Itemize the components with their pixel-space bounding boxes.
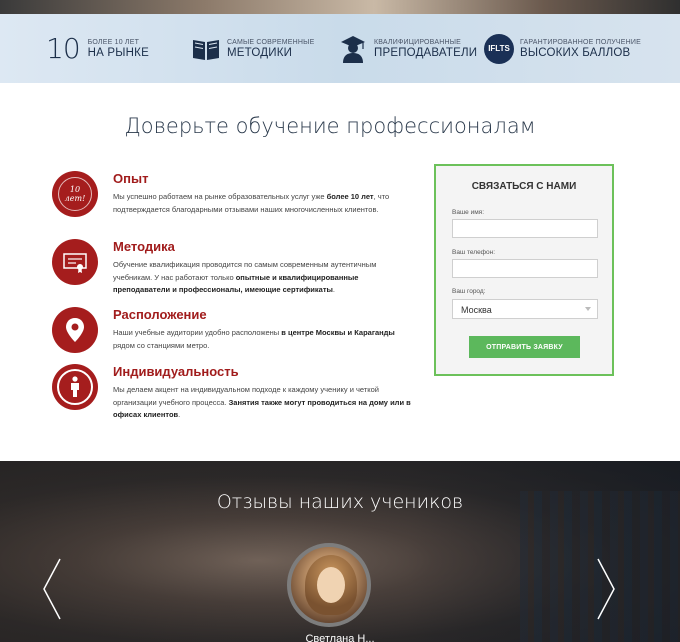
experience-badge-icon: 10 лет! (52, 171, 98, 217)
feature-small-text: Гарантированное получение (520, 38, 641, 46)
ielts-badge-text: IFLTS (484, 33, 514, 64)
city-label: Ваш город: (452, 288, 486, 295)
city-select[interactable]: Москва (452, 299, 598, 319)
feature-teachers: Квалифицированные преподаватели (338, 14, 477, 83)
item-title: Методика (113, 239, 175, 254)
name-input[interactable] (452, 219, 598, 238)
prev-arrow-icon[interactable] (42, 557, 62, 621)
item-description: Мы успешно работаем на рынке образовател… (113, 192, 390, 214)
certificate-icon (52, 239, 98, 285)
next-arrow-icon[interactable] (596, 557, 616, 621)
reviews-title: Отзывы наших учеников (216, 491, 464, 513)
feature-label: на рынке (87, 46, 149, 59)
top-photo-strip (0, 0, 680, 14)
chevron-down-icon (585, 307, 591, 311)
feature-years-number: 10 (46, 32, 81, 65)
reviews-section: Отзывы наших учеников Светлана Н... (0, 461, 680, 642)
city-select-value: Москва (461, 305, 492, 315)
item-title: Расположение (113, 307, 207, 322)
feature-small-text: Квалифицированные (374, 38, 461, 46)
submit-button[interactable]: Отправить заявку (469, 336, 580, 358)
feature-small-text: Самые современные (227, 38, 315, 46)
badge-text: 10 лет! (58, 177, 92, 211)
book-icon (191, 34, 221, 64)
phone-input[interactable] (452, 259, 598, 278)
page-title: Доверьте обучение профессионалам (0, 114, 680, 138)
item-description: Обучение квалификация проводится по самы… (113, 260, 377, 294)
feature-scores: IFLTS Гарантированное получение высоких … (484, 14, 641, 83)
ielts-badge-icon: IFLTS (484, 33, 514, 64)
contact-form: СВЯЗАТЬСЯ С НАМИ Ваше имя: Ваш телефон: … (434, 164, 614, 376)
item-description: Наши учебные аудитории удобно расположен… (113, 328, 395, 350)
feature-experience: 10 Более 10 лет на рынке (46, 14, 149, 83)
item-title: Опыт (113, 171, 149, 186)
features-band: 10 Более 10 лет на рынке Самые современн… (0, 14, 680, 83)
reviewer-avatar (287, 543, 371, 627)
feature-label: высоких баллов (520, 46, 631, 59)
item-title: Индивидуальность (113, 364, 239, 379)
phone-label: Ваш телефон: (452, 249, 496, 256)
graduate-icon (338, 34, 368, 64)
page-title-text: Доверьте обучение профессионалам (124, 114, 536, 138)
name-label: Ваше имя: (452, 209, 485, 216)
reviewer-name: Светлана Н... (305, 633, 375, 642)
feature-label: преподаватели (374, 46, 478, 59)
location-pin-icon (52, 307, 98, 353)
feature-methods: Самые современные методики (191, 14, 314, 83)
feature-label: методики (227, 46, 293, 59)
person-icon (52, 364, 98, 410)
form-title: СВЯЗАТЬСЯ С НАМИ (471, 181, 577, 192)
item-description: Мы делаем акцент на индивидуальном подхо… (113, 385, 411, 419)
feature-small-text: Более 10 лет (87, 38, 140, 46)
